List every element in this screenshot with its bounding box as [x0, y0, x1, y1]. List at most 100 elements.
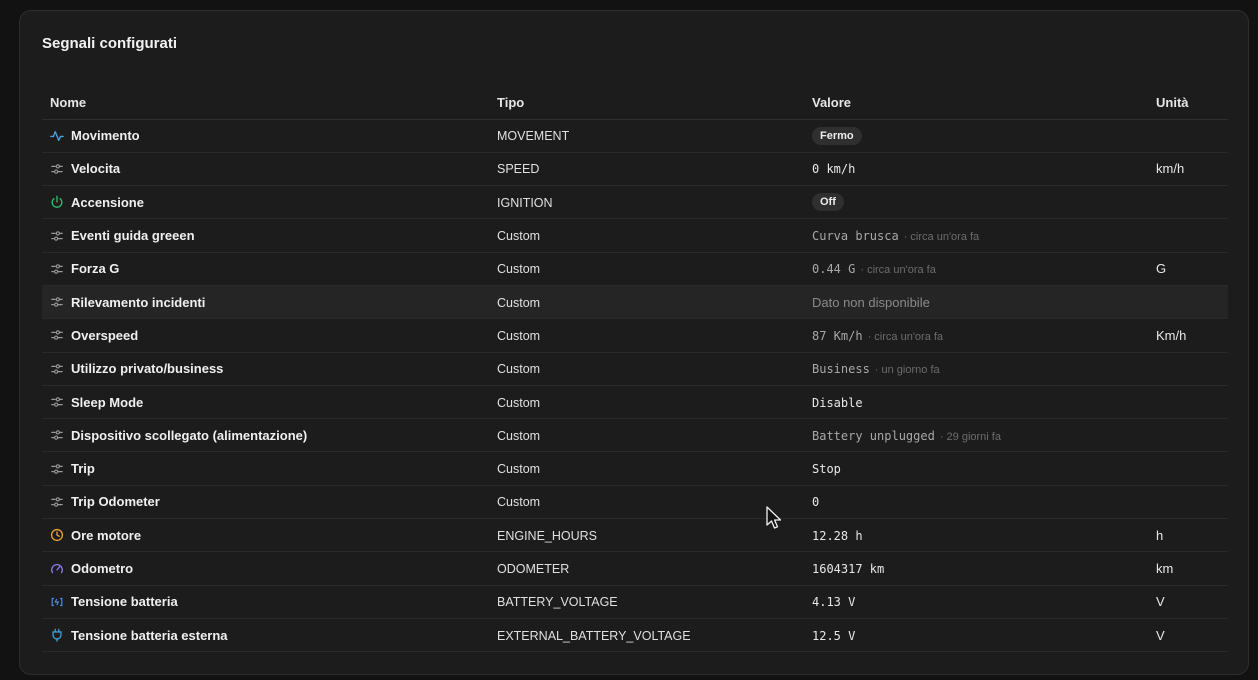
table-row[interactable]: Tensione batteria esterna EXTERNAL_BATTE…	[42, 618, 1228, 653]
activity-icon	[50, 129, 64, 143]
signal-value: 87 Km/h	[812, 328, 863, 343]
header-value[interactable]: Valore	[804, 87, 1148, 120]
status-badge: Fermo	[812, 126, 862, 145]
cell-type: Custom	[489, 285, 804, 320]
signal-value: 12.28 h	[812, 528, 863, 543]
signal-value: 4.13 V	[812, 595, 856, 610]
cell-value: Disable	[804, 385, 1148, 420]
cell-name: Tensione batteria	[42, 585, 489, 619]
table-row[interactable]: Trip Custom Stop	[42, 451, 1228, 486]
cell-value: 87 Km/h · circa un'ora fa	[804, 318, 1148, 353]
value-unavailable: Dato non disponibile	[812, 294, 930, 310]
header-type[interactable]: Tipo	[489, 87, 804, 120]
cell-type: ENGINE_HOURS	[489, 518, 804, 553]
signal-unit: km/h	[1156, 161, 1185, 177]
signal-unit: V	[1156, 594, 1165, 610]
signal-value: Curva brusca	[812, 229, 899, 244]
cell-type: Custom	[489, 418, 804, 453]
sliders-icon	[50, 295, 64, 309]
table-row[interactable]: Velocita SPEED 0 km/h km/h	[42, 152, 1228, 187]
cell-unit	[1148, 485, 1228, 520]
cell-type: EXTERNAL_BATTERY_VOLTAGE	[489, 618, 804, 653]
table-row[interactable]: Accensione IGNITION Off	[42, 185, 1228, 220]
signal-name-label: Accensione	[71, 194, 144, 210]
sliders-icon	[50, 328, 64, 342]
signal-unit: km	[1156, 561, 1174, 576]
battery-icon	[50, 595, 64, 609]
signal-name-label: Tensione batteria esterna	[71, 627, 228, 643]
signal-name-label: Dispositivo scollegato (alimentazione)	[71, 427, 308, 443]
table-row[interactable]: Odometro ODOMETER 1604317 km km	[42, 551, 1228, 586]
cell-value: 1604317 km	[804, 551, 1148, 586]
signal-type: Custom	[497, 229, 541, 244]
signal-name: Sleep Mode	[50, 395, 489, 410]
plug-icon	[50, 628, 64, 642]
cell-name: Tensione batteria esterna	[42, 618, 489, 653]
signal-name: Forza G	[50, 261, 489, 276]
signal-unit: Km/h	[1156, 327, 1187, 343]
signal-name-label: Trip Odometer	[71, 494, 160, 510]
status-badge: Off	[812, 193, 844, 212]
cell-value: Fermo	[804, 119, 1148, 153]
signal-type: ODOMETER	[497, 562, 570, 576]
signal-name: Eventi guida greeen	[50, 228, 489, 243]
signal-name: Overspeed	[50, 328, 489, 343]
signal-value: Battery unplugged	[812, 428, 935, 443]
cell-unit: h	[1148, 518, 1228, 553]
cell-type: Custom	[489, 252, 804, 286]
signal-name-label: Trip	[71, 461, 95, 477]
cell-value: Stop	[804, 451, 1148, 486]
cell-unit	[1148, 352, 1228, 386]
header-name[interactable]: Nome	[42, 87, 489, 120]
table-row[interactable]: Ore motore ENGINE_HOURS 12.28 h h	[42, 518, 1228, 553]
sliders-icon	[50, 362, 64, 376]
sliders-icon	[50, 428, 64, 442]
signal-name-label: Rilevamento incidenti	[71, 294, 206, 310]
cell-unit	[1148, 218, 1228, 253]
signal-value: Disable	[812, 395, 863, 410]
table-row[interactable]: Dispositivo scollegato (alimentazione) C…	[42, 418, 1228, 453]
signals-card: Segnali configurati Nome Tipo Valore Uni…	[19, 10, 1249, 675]
table-row[interactable]: Utilizzo privato/business Custom Busines…	[42, 352, 1228, 386]
table-row[interactable]: Movimento MOVEMENT Fermo	[42, 119, 1228, 153]
table-row[interactable]: Tensione batteria BATTERY_VOLTAGE 4.13 V…	[42, 585, 1228, 619]
cell-type: Custom	[489, 318, 804, 353]
signal-name: Dispositivo scollegato (alimentazione)	[50, 428, 489, 443]
signal-name: Utilizzo privato/business	[50, 361, 489, 376]
table-row[interactable]: Rilevamento incidenti Custom Dato non di…	[42, 285, 1228, 320]
cell-value: 0.44 G · circa un'ora fa	[804, 252, 1148, 286]
table-row[interactable]: Eventi guida greeen Custom Curva brusca ·…	[42, 218, 1228, 253]
signal-name: Rilevamento incidenti	[50, 295, 489, 310]
sliders-icon	[50, 162, 64, 176]
gauge-icon	[50, 562, 64, 576]
signal-name: Odometro	[50, 561, 489, 576]
signal-unit: h	[1156, 527, 1164, 543]
cell-type: Custom	[489, 218, 804, 253]
cell-name: Rilevamento incidenti	[42, 285, 489, 320]
signal-type: IGNITION	[497, 195, 553, 210]
signal-type: Custom	[497, 462, 541, 477]
table-row[interactable]: Overspeed Custom 87 Km/h · circa un'ora f…	[42, 318, 1228, 353]
cell-unit	[1148, 451, 1228, 486]
signal-name-label: Velocita	[71, 161, 121, 177]
signal-name: Trip	[50, 461, 489, 476]
cell-value: Curva brusca · circa un'ora fa	[804, 218, 1148, 253]
signal-value: 0 km/h	[812, 162, 856, 177]
cell-name: Accensione	[42, 185, 489, 220]
cell-unit	[1148, 418, 1228, 453]
table-row[interactable]: Trip Odometer Custom 0	[42, 485, 1228, 520]
table-row[interactable]: Forza G Custom 0.44 G · circa un'ora fa G	[42, 252, 1228, 286]
cell-value: 0	[804, 485, 1148, 520]
cell-type: BATTERY_VOLTAGE	[489, 585, 804, 619]
signal-type: Custom	[497, 262, 541, 277]
table-row[interactable]: Sleep Mode Custom Disable	[42, 385, 1228, 420]
signal-value: Stop	[812, 462, 841, 477]
cell-value: 12.28 h	[804, 518, 1148, 553]
cell-value: 4.13 V	[804, 585, 1148, 619]
signal-name: Velocita	[50, 161, 489, 176]
header-unit[interactable]: Unità	[1148, 87, 1228, 120]
cell-type: MOVEMENT	[489, 119, 804, 153]
cell-type: IGNITION	[489, 185, 804, 220]
last-update-time: · un giorno fa	[874, 364, 940, 377]
signal-name-label: Forza G	[71, 261, 120, 277]
